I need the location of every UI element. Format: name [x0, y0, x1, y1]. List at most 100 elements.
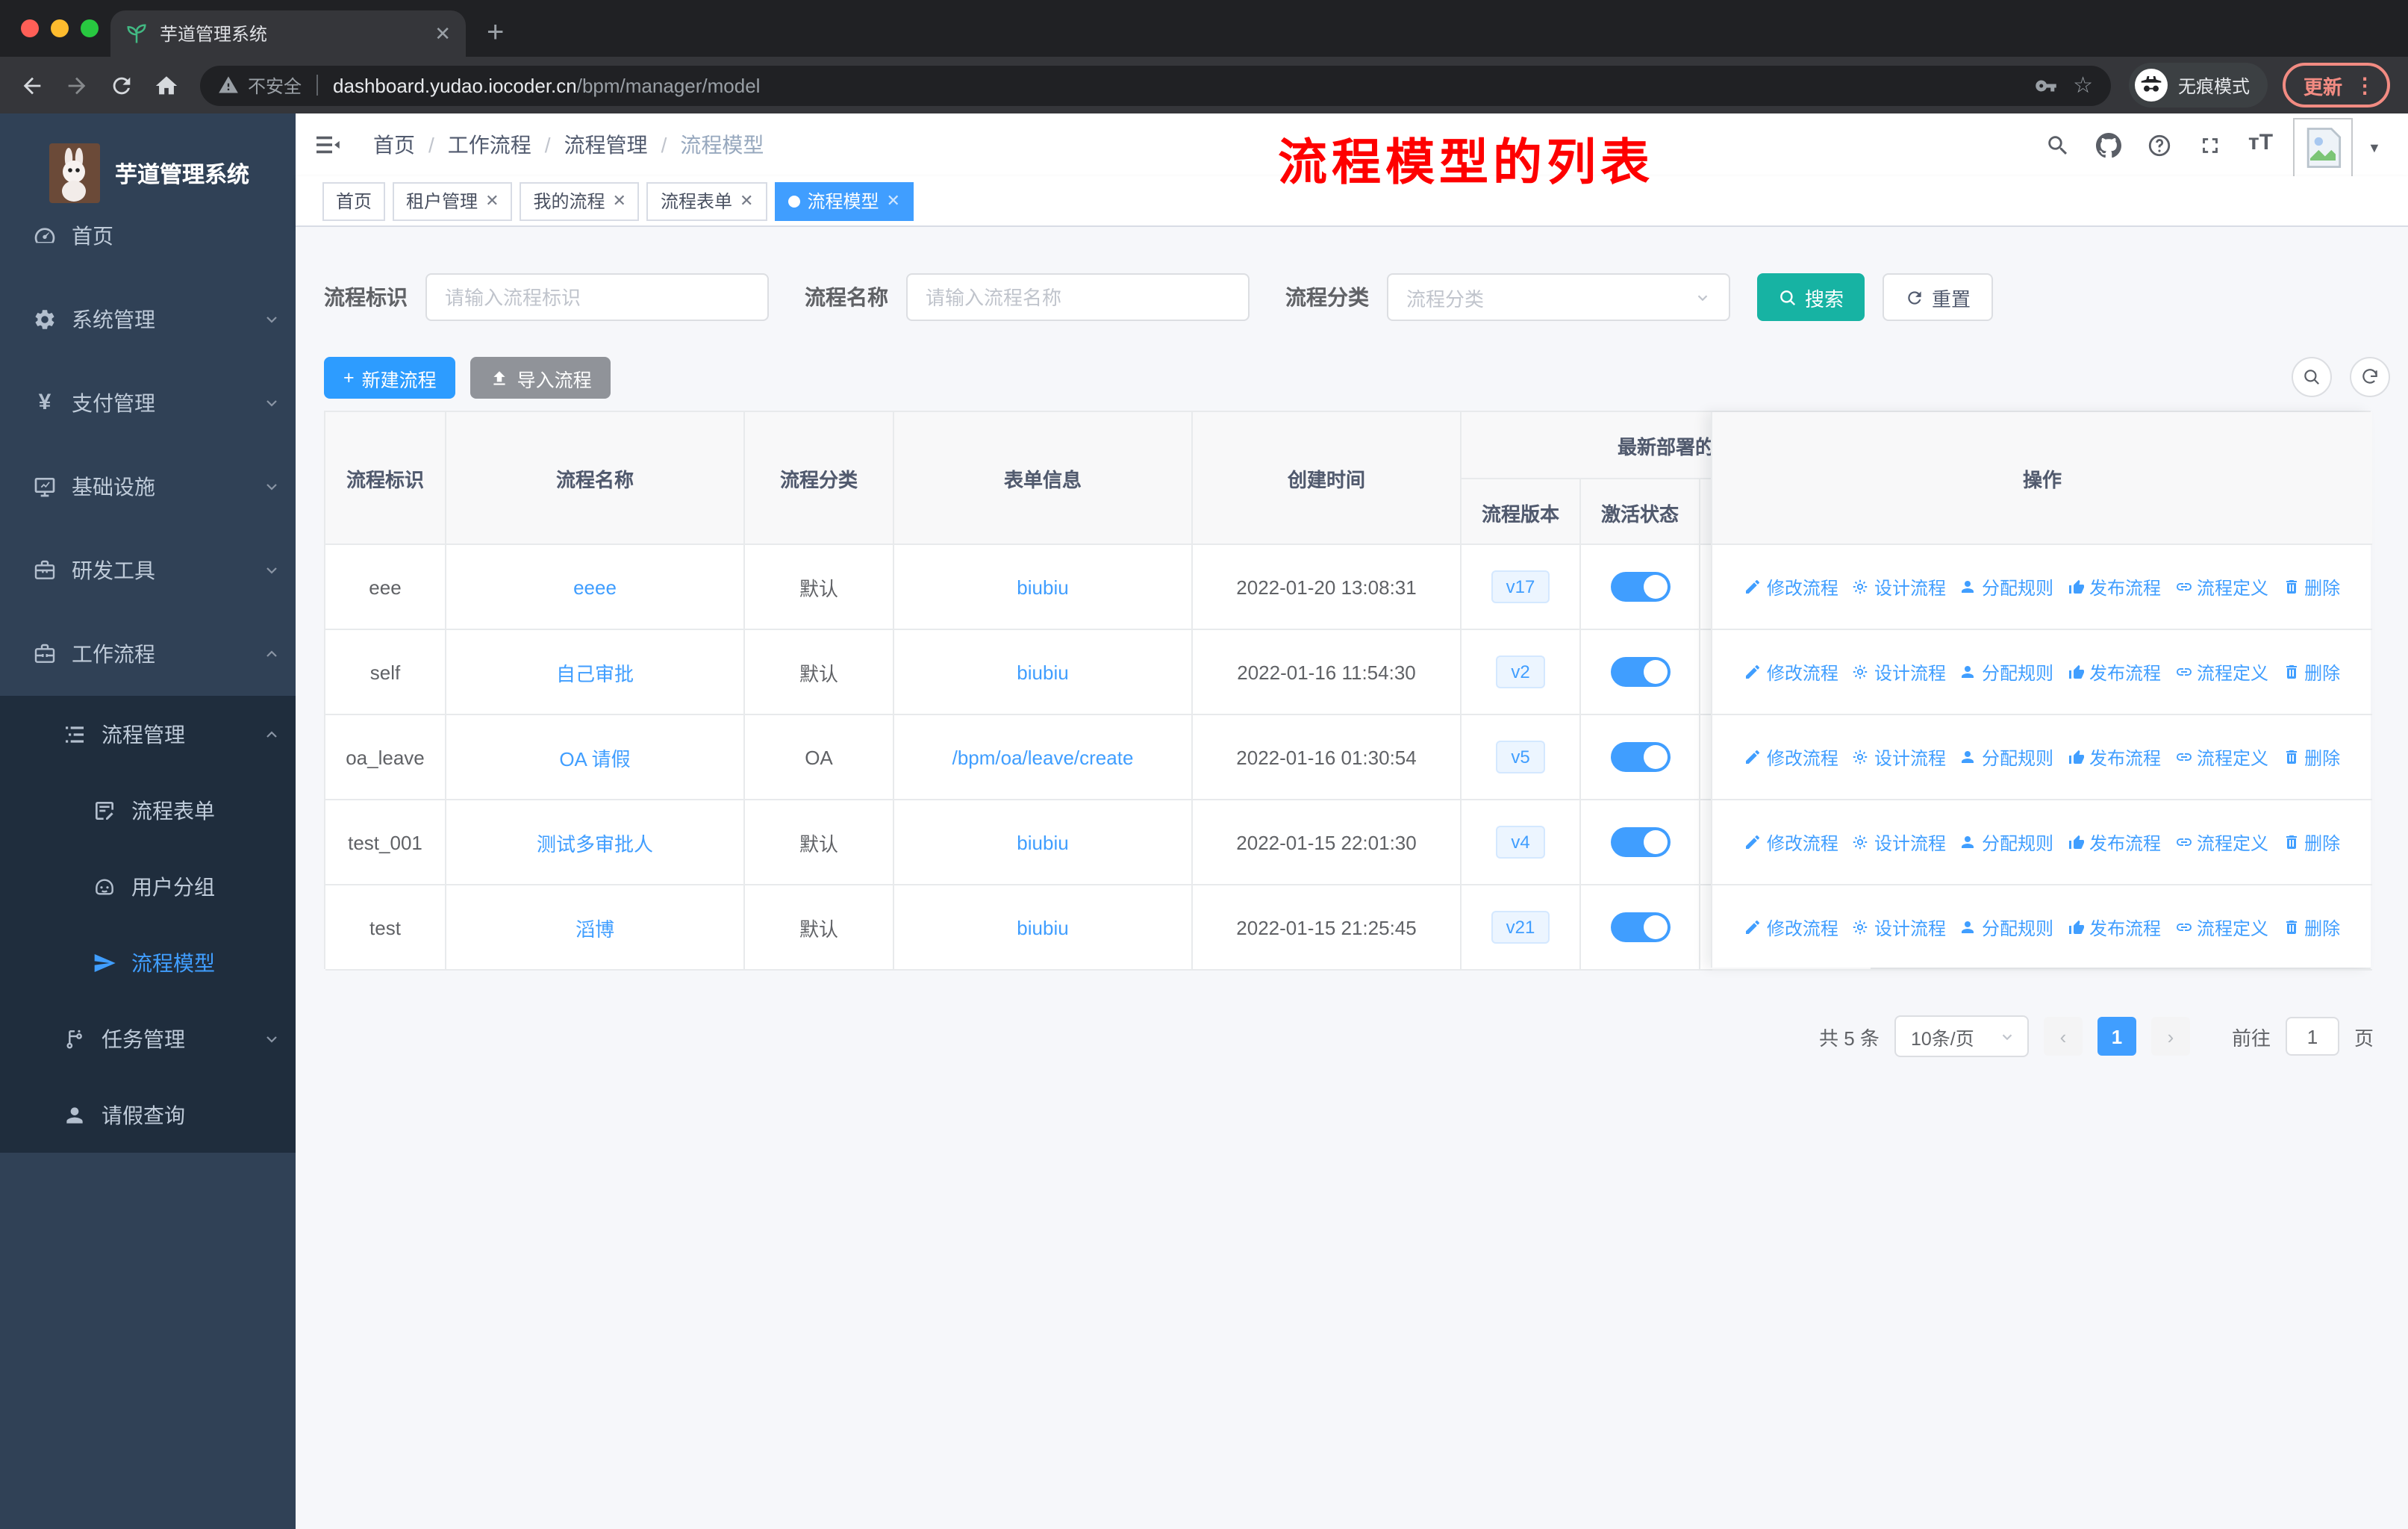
new-tab-button[interactable]: +: [487, 12, 504, 54]
sidebar-item-工作流程[interactable]: 工作流程: [0, 612, 296, 696]
tag-租户管理[interactable]: 租户管理 ✕: [393, 181, 513, 220]
action-修改流程[interactable]: 修改流程: [1744, 659, 1838, 685]
process-name-link[interactable]: eeee: [573, 576, 617, 598]
fullscreen-icon[interactable]: [2198, 133, 2223, 158]
action-流程定义[interactable]: 流程定义: [2174, 915, 2268, 940]
goto-page-input[interactable]: [2285, 1017, 2339, 1056]
sidebar-item-基础设施[interactable]: 基础设施: [0, 445, 296, 529]
action-修改流程[interactable]: 修改流程: [1744, 574, 1838, 600]
sidebar-item-请假查询[interactable]: 请假查询: [0, 1077, 296, 1153]
tag-close-icon[interactable]: ✕: [613, 191, 626, 211]
action-设计流程[interactable]: 设计流程: [1852, 659, 1946, 685]
key-icon[interactable]: [2034, 74, 2056, 96]
close-window-button[interactable]: [21, 19, 39, 37]
form-info-link[interactable]: biubiu: [1017, 831, 1068, 853]
action-设计流程[interactable]: 设计流程: [1852, 829, 1946, 855]
active-toggle[interactable]: [1610, 572, 1670, 602]
active-toggle[interactable]: [1610, 657, 1670, 687]
process-id-input[interactable]: [425, 273, 769, 321]
tag-close-icon[interactable]: ✕: [485, 191, 499, 211]
tag-流程模型[interactable]: 流程模型 ✕: [774, 181, 914, 220]
action-流程定义[interactable]: 流程定义: [2174, 659, 2268, 685]
sidebar-item-支付管理[interactable]: ¥ 支付管理: [0, 361, 296, 445]
tag-我的流程[interactable]: 我的流程 ✕: [520, 181, 640, 220]
form-info-link[interactable]: biubiu: [1017, 661, 1068, 683]
action-删除[interactable]: 删除: [2282, 659, 2340, 685]
form-info-link[interactable]: biubiu: [1017, 576, 1068, 598]
tag-首页[interactable]: 首页: [322, 181, 386, 220]
action-流程定义[interactable]: 流程定义: [2174, 829, 2268, 855]
tag-close-icon[interactable]: ✕: [740, 191, 753, 211]
sidebar-item-系统管理[interactable]: 系统管理: [0, 278, 296, 361]
action-删除[interactable]: 删除: [2282, 574, 2340, 600]
font-size-icon[interactable]: ᴛT: [2248, 130, 2273, 155]
current-page-button[interactable]: 1: [2097, 1017, 2136, 1056]
avatar[interactable]: [2293, 118, 2353, 178]
create-process-button[interactable]: + 新建流程: [324, 357, 456, 399]
tag-close-icon[interactable]: ✕: [886, 191, 899, 211]
action-分配规则[interactable]: 分配规则: [1959, 744, 2053, 770]
action-删除[interactable]: 删除: [2282, 829, 2340, 855]
back-icon[interactable]: [19, 72, 45, 98]
action-分配规则[interactable]: 分配规则: [1959, 915, 2053, 940]
action-分配规则[interactable]: 分配规则: [1959, 659, 2053, 685]
github-icon[interactable]: [2096, 133, 2121, 158]
active-toggle[interactable]: [1610, 912, 1670, 942]
action-修改流程[interactable]: 修改流程: [1744, 915, 1838, 940]
tab-close-icon[interactable]: ✕: [434, 22, 451, 46]
action-发布流程[interactable]: 发布流程: [2067, 829, 2161, 855]
form-info-link[interactable]: biubiu: [1017, 916, 1068, 938]
process-name-link[interactable]: 自己审批: [556, 658, 634, 686]
help-icon[interactable]: [2147, 133, 2172, 158]
active-toggle[interactable]: [1610, 827, 1670, 857]
action-发布流程[interactable]: 发布流程: [2067, 744, 2161, 770]
address-bar[interactable]: 不安全 dashboard.yudao.iocoder.cn/bpm/manag…: [200, 65, 2111, 105]
action-分配规则[interactable]: 分配规则: [1959, 829, 2053, 855]
table-search-button[interactable]: [2292, 357, 2332, 397]
breadcrumb-item-流程管理[interactable]: 流程管理: [564, 130, 648, 160]
security-label[interactable]: 不安全: [248, 72, 302, 98]
search-icon[interactable]: [2045, 133, 2071, 158]
minimize-window-button[interactable]: [51, 19, 69, 37]
action-修改流程[interactable]: 修改流程: [1744, 744, 1838, 770]
sidebar-item-研发工具[interactable]: 研发工具: [0, 529, 296, 612]
forward-icon[interactable]: [64, 72, 90, 98]
import-process-button[interactable]: 导入流程: [470, 357, 611, 399]
action-发布流程[interactable]: 发布流程: [2067, 659, 2161, 685]
sidebar-item-流程模型[interactable]: 流程模型: [0, 924, 296, 1000]
avatar-caret-icon[interactable]: ▼: [2368, 140, 2381, 155]
home-icon[interactable]: [154, 72, 179, 98]
action-删除[interactable]: 删除: [2282, 915, 2340, 940]
page-size-select[interactable]: 10条/页: [1894, 1015, 2029, 1057]
browser-tab[interactable]: 芋道管理系统 ✕: [110, 10, 466, 57]
sidebar-item-任务管理[interactable]: 任务管理: [0, 1000, 296, 1077]
process-name-link[interactable]: 测试多审批人: [537, 828, 653, 856]
sidebar-item-流程表单[interactable]: 流程表单: [0, 772, 296, 848]
sidebar-item-流程管理[interactable]: 流程管理: [0, 696, 296, 772]
action-删除[interactable]: 删除: [2282, 744, 2340, 770]
active-toggle[interactable]: [1610, 742, 1670, 772]
action-设计流程[interactable]: 设计流程: [1852, 574, 1946, 600]
process-name-input[interactable]: [906, 273, 1250, 321]
reset-button[interactable]: 重置: [1883, 273, 1994, 321]
maximize-window-button[interactable]: [81, 19, 99, 37]
breadcrumb-item-工作流程[interactable]: 工作流程: [448, 130, 531, 160]
search-button[interactable]: 搜索: [1757, 273, 1865, 321]
action-修改流程[interactable]: 修改流程: [1744, 829, 1838, 855]
process-name-link[interactable]: 滔博: [576, 913, 614, 941]
sidebar-item-用户分组[interactable]: 用户分组: [0, 848, 296, 924]
form-info-link[interactable]: /bpm/oa/leave/create: [952, 746, 1134, 768]
reload-icon[interactable]: [109, 72, 134, 98]
action-流程定义[interactable]: 流程定义: [2174, 744, 2268, 770]
action-发布流程[interactable]: 发布流程: [2067, 574, 2161, 600]
action-设计流程[interactable]: 设计流程: [1852, 744, 1946, 770]
action-分配规则[interactable]: 分配规则: [1959, 574, 2053, 600]
tag-流程表单[interactable]: 流程表单 ✕: [646, 181, 767, 220]
action-流程定义[interactable]: 流程定义: [2174, 574, 2268, 600]
process-name-link[interactable]: OA 请假: [559, 743, 630, 771]
prev-page-button[interactable]: ‹: [2043, 1017, 2083, 1056]
bookmark-star-icon[interactable]: ☆: [2073, 72, 2093, 99]
browser-menu-icon[interactable]: ⋮: [2354, 75, 2375, 96]
update-button[interactable]: 更新 ⋮: [2283, 63, 2391, 108]
next-page-button[interactable]: ›: [2150, 1017, 2190, 1056]
